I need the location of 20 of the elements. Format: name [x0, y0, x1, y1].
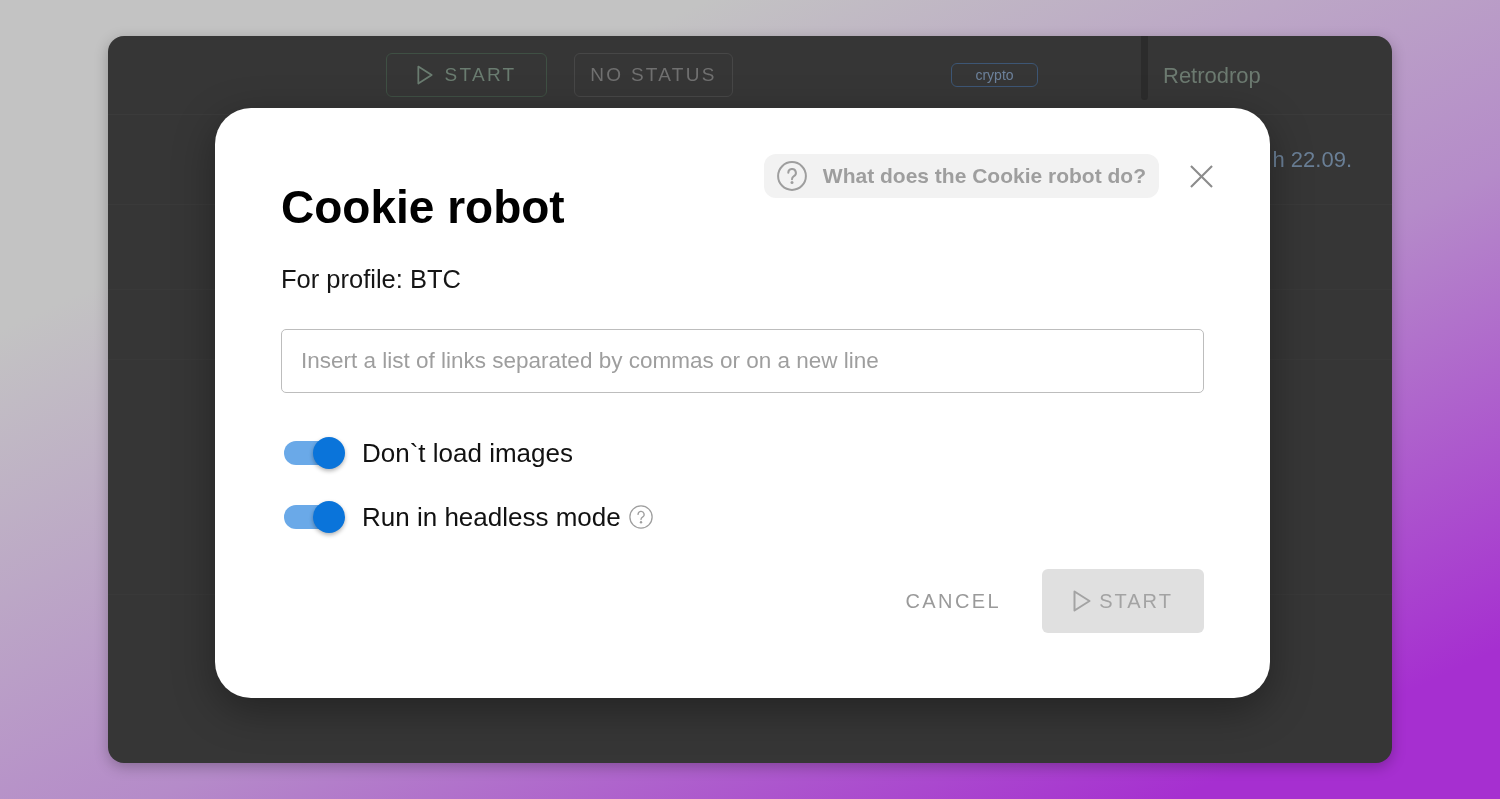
close-icon — [1190, 164, 1213, 188]
option-label: Run in headless mode — [362, 500, 621, 534]
help-link[interactable]: What does the Cookie robot do? — [763, 154, 1159, 198]
start-button[interactable]: START — [386, 53, 547, 97]
option-label: Don`t load images — [362, 436, 573, 470]
toggle-switch[interactable] — [284, 501, 345, 533]
profile-label: For profile: BTC — [281, 264, 462, 295]
dialog-title: Cookie robot — [281, 182, 565, 232]
column-header: Retrodrop — [1163, 61, 1261, 90]
links-input[interactable]: Insert a list of links separated by commas or on a new line — [281, 329, 1204, 393]
toggle-switch[interactable] — [284, 437, 345, 469]
status-button[interactable]: NO STATUS — [574, 53, 733, 97]
close-button[interactable] — [1190, 164, 1213, 188]
play-icon — [416, 65, 433, 85]
help-icon — [776, 161, 807, 191]
play-icon — [1073, 590, 1092, 612]
cell-text: h 22.09. — [1272, 146, 1352, 174]
tag: crypto — [951, 63, 1038, 87]
cancel-button[interactable]: CANCEL — [889, 569, 1017, 633]
help-icon[interactable] — [628, 505, 653, 529]
